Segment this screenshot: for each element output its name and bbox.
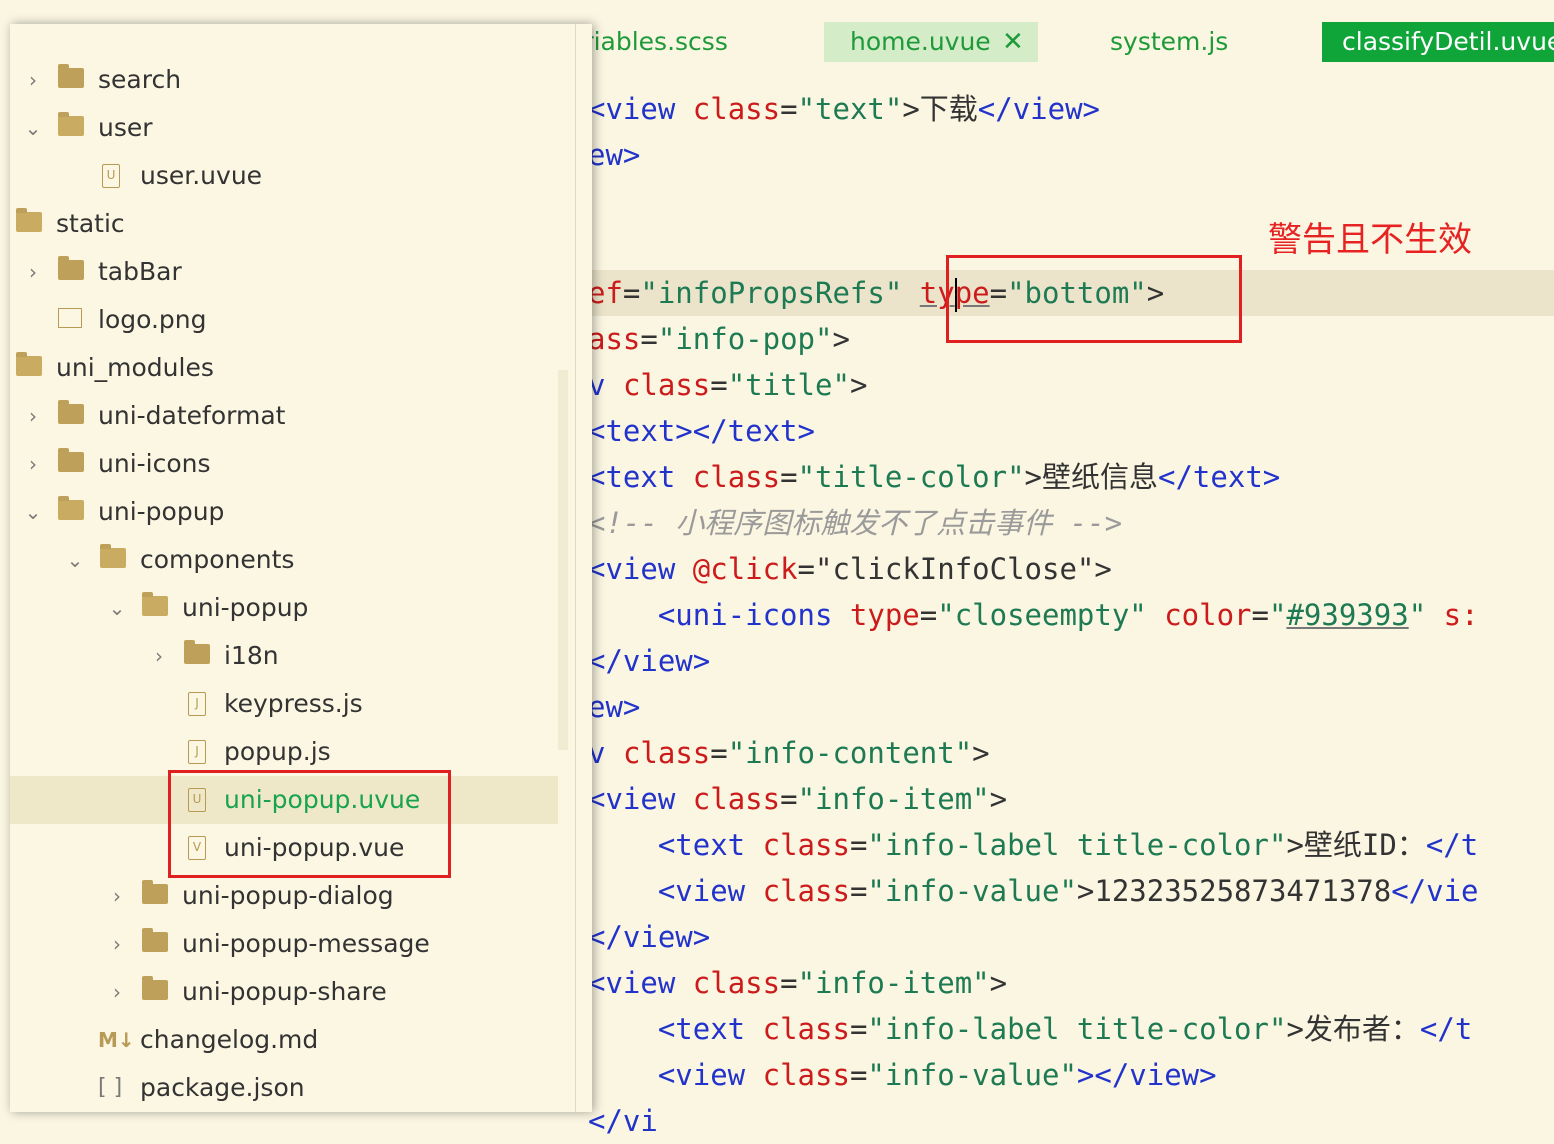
tab-system-js[interactable]: system.js xyxy=(1110,22,1228,62)
folder-icon xyxy=(58,448,84,472)
tree-item-uni-dateformat[interactable]: › uni-dateformat xyxy=(10,392,558,440)
tab-classifydetil-uvue[interactable]: classifyDetil.uvue xyxy=(1322,22,1554,62)
chevron-down-icon[interactable]: ⌄ xyxy=(64,536,86,584)
tree-item-static[interactable]: static xyxy=(10,200,558,248)
tree-item-uni-popup[interactable]: ⌄ uni-popup xyxy=(10,488,558,536)
tree-item-keypress-js[interactable]: Jkeypress.js xyxy=(10,680,558,728)
code-line: ass="info-pop"> xyxy=(588,322,850,356)
tree-item-logo-png[interactable]: logo.png xyxy=(10,296,558,344)
folder-icon xyxy=(58,64,84,88)
code-line: v class="title"> xyxy=(588,368,868,402)
chevron-right-icon[interactable]: › xyxy=(106,968,128,1016)
markdown-file-icon: M↓ xyxy=(98,1028,135,1052)
folder-open-icon xyxy=(58,112,84,136)
tree-item-uni-popup-folder[interactable]: ⌄ uni-popup xyxy=(10,584,558,632)
scrollbar[interactable] xyxy=(558,370,568,750)
tree-item-i18n[interactable]: › i18n xyxy=(10,632,558,680)
js-file-icon: J xyxy=(188,740,206,764)
tab-label: home.uvue xyxy=(850,27,991,56)
panel-divider xyxy=(575,24,576,1112)
chevron-down-icon[interactable]: ⌄ xyxy=(22,104,44,152)
chevron-down-icon[interactable]: ⌄ xyxy=(22,488,44,536)
code-line: <view class="text">下载</view> xyxy=(588,92,1101,126)
code-line: <view class="info-value"></view> xyxy=(657,1058,1217,1092)
tree-item-components[interactable]: ⌄ components xyxy=(10,536,558,584)
annotation-box xyxy=(946,255,1242,343)
chevron-right-icon[interactable]: › xyxy=(148,632,170,680)
folder-open-icon xyxy=(58,496,84,520)
chevron-right-icon[interactable]: › xyxy=(106,920,128,968)
folder-open-icon xyxy=(16,352,42,376)
close-icon[interactable]: ✕ xyxy=(1002,22,1024,62)
folder-icon xyxy=(58,256,84,280)
code-line: </view> xyxy=(588,920,711,954)
tree-item-uni-icons[interactable]: › uni-icons xyxy=(10,440,558,488)
annotation-box-files xyxy=(168,770,451,878)
code-line: </vi xyxy=(588,1104,658,1138)
tree-item-uni-popup-dialog[interactable]: › uni-popup-dialog xyxy=(10,872,558,920)
tree-item-user[interactable]: ⌄ user xyxy=(10,104,558,152)
tree-item-uni-popup-message[interactable]: › uni-popup-message xyxy=(10,920,558,968)
file-tree-panel: › search ⌄ user Uuser.uvue static › tabBar … xyxy=(10,24,592,1112)
tree-item-package-json[interactable]: [ ] package.json xyxy=(10,1064,558,1112)
folder-open-icon xyxy=(16,208,42,232)
code-line: <text class="info-label title-color">发布者… xyxy=(657,1012,1473,1046)
code-line: <text></text> xyxy=(588,414,815,448)
folder-icon xyxy=(142,976,168,1000)
code-comment: <!-- 小程序图标触发不了点击事件 --> xyxy=(588,506,1123,540)
image-file-icon xyxy=(58,308,82,328)
code-line: <view @click="clickInfoClose"> xyxy=(588,552,1112,586)
folder-icon xyxy=(142,928,168,952)
folder-icon xyxy=(142,880,168,904)
tree-item-uni-popup-share[interactable]: › uni-popup-share xyxy=(10,968,558,1016)
chevron-right-icon[interactable]: › xyxy=(22,392,44,440)
tree-item-user-uvue[interactable]: Uuser.uvue xyxy=(10,152,558,200)
folder-icon xyxy=(184,640,210,664)
code-line: <text class="info-label title-color">壁纸I… xyxy=(657,828,1479,862)
code-line: ew> xyxy=(588,690,641,724)
code-line: <view class="info-item"> xyxy=(588,966,1008,1000)
chevron-right-icon[interactable]: › xyxy=(106,872,128,920)
code-line: ew> xyxy=(588,138,641,172)
code-line: <view class="info-value">123235258734713… xyxy=(657,874,1479,908)
tree-item-popup-js[interactable]: Jpopup.js xyxy=(10,728,558,776)
code-line: <view class="info-item"> xyxy=(588,782,1008,816)
chevron-right-icon[interactable]: › xyxy=(22,440,44,488)
tab-home-uvue[interactable]: home.uvue ✕ xyxy=(824,22,1038,62)
folder-icon xyxy=(58,400,84,424)
code-line: </view> xyxy=(588,644,711,678)
tree-item-uni-modules[interactable]: uni_modules xyxy=(10,344,558,392)
tree-item-tabbar[interactable]: › tabBar xyxy=(10,248,558,296)
code-line: v class="info-content"> xyxy=(588,736,990,770)
json-file-icon: [ ] xyxy=(98,1075,123,1100)
tree-item-changelog-md[interactable]: M↓ changelog.md xyxy=(10,1016,558,1064)
code-line: <uni-icons type="closeempty" color="#939… xyxy=(657,598,1479,632)
chevron-right-icon[interactable]: › xyxy=(22,56,44,104)
tree-item-search[interactable]: › search xyxy=(10,56,558,104)
annotation-text: 警告且不生效 xyxy=(1268,220,1472,260)
chevron-down-icon[interactable]: ⌄ xyxy=(106,584,128,632)
uvue-file-icon: U xyxy=(102,164,120,188)
js-file-icon: J xyxy=(188,692,206,716)
folder-open-icon xyxy=(100,544,126,568)
chevron-right-icon[interactable]: › xyxy=(22,248,44,296)
code-line: <text class="title-color">壁纸信息</text> xyxy=(588,460,1281,494)
folder-open-icon xyxy=(142,592,168,616)
